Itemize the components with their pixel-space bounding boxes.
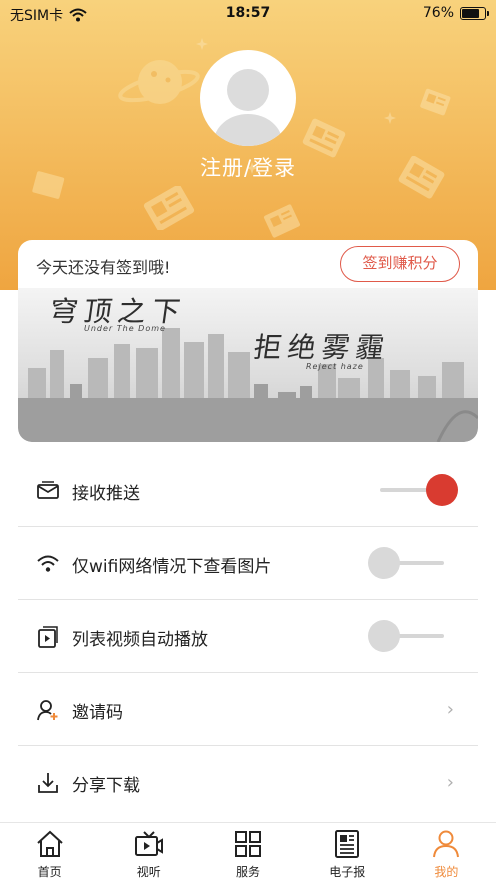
setting-label: 列表视频自动播放 [72, 630, 208, 650]
download-icon [38, 773, 58, 793]
push-toggle[interactable] [380, 474, 458, 506]
setting-label: 仅wifi网络情况下查看图片 [72, 557, 272, 577]
tab-home[interactable]: 首页 [0, 823, 99, 882]
tab-label: 电子报 [329, 865, 366, 879]
wifi-images-toggle[interactable] [368, 547, 444, 579]
planet-decoration-icon [118, 60, 200, 104]
tab-services[interactable]: 服务 [198, 823, 297, 882]
autoplay-toggle[interactable] [368, 620, 444, 652]
status-time: 18:57 [225, 5, 271, 21]
login-register-link[interactable]: 注册/登录 [0, 152, 496, 182]
star-decoration-icon [384, 112, 396, 124]
setting-label: 分享下载 [72, 776, 140, 796]
video-play-icon [38, 626, 58, 648]
tab-label: 服务 [236, 865, 261, 879]
signin-card: 今天还没有签到哦! 签到赚积分 穹顶之下 Under The Dome 拒绝雾霾… [18, 240, 478, 442]
tab-video[interactable]: 视听 [99, 823, 198, 882]
envelope-icon [37, 481, 59, 499]
setting-row-invite[interactable]: 邀请码 › [18, 673, 478, 746]
setting-row-push[interactable]: 接收推送 [18, 454, 478, 527]
battery-icon [460, 6, 489, 20]
setting-row-wifi-images[interactable]: 仅wifi网络情况下查看图片 [18, 527, 478, 600]
battery-percent: 76% [422, 5, 454, 21]
star-decoration-icon [196, 38, 208, 50]
signin-button[interactable]: 签到赚积分 [340, 246, 460, 282]
setting-row-share-download[interactable]: 分享下载 › [18, 746, 478, 819]
tab-e-newspaper[interactable]: 电子报 [298, 823, 397, 882]
settings-list: 接收推送 仅wifi网络情况下查看图片 列表视频自动播放 邀请码 › 分享下载 … [18, 454, 478, 819]
newspaper-icon [335, 830, 360, 858]
status-bar: 无SIM卡 18:57 76% [0, 0, 496, 28]
chevron-right-icon: › [446, 699, 454, 720]
person-icon [433, 830, 460, 858]
banner-subtitle-2: Reject haze [306, 362, 364, 371]
signin-prompt: 今天还没有签到哦! [36, 258, 171, 277]
tv-play-icon [134, 831, 163, 856]
setting-label: 接收推送 [72, 484, 140, 504]
setting-label: 邀请码 [72, 703, 123, 723]
chevron-right-icon: › [446, 772, 454, 793]
invite-user-icon [37, 700, 58, 721]
newspaper-decoration-icon [420, 88, 451, 116]
tab-label: 我的 [434, 865, 459, 879]
tab-label: 视听 [136, 865, 161, 879]
banner-title-2: 拒绝雾霾 [251, 331, 393, 364]
avatar[interactable] [200, 50, 296, 146]
banner-image[interactable]: 穹顶之下 Under The Dome 拒绝雾霾 Reject haze [18, 288, 478, 442]
bottom-tab-bar: 首页 视听 服务 电子报 我的 [0, 822, 496, 882]
tab-label: 首页 [37, 865, 62, 879]
setting-row-autoplay[interactable]: 列表视频自动播放 [18, 600, 478, 673]
tab-mine[interactable]: 我的 [397, 823, 496, 882]
default-avatar-icon [214, 69, 282, 146]
wifi-icon [37, 555, 59, 572]
newspaper-decoration-icon [143, 186, 195, 230]
home-icon [36, 830, 63, 857]
newspaper-decoration-icon [263, 204, 301, 238]
banner-subtitle-1: Under The Dome [84, 324, 166, 333]
grid-icon [235, 831, 261, 857]
